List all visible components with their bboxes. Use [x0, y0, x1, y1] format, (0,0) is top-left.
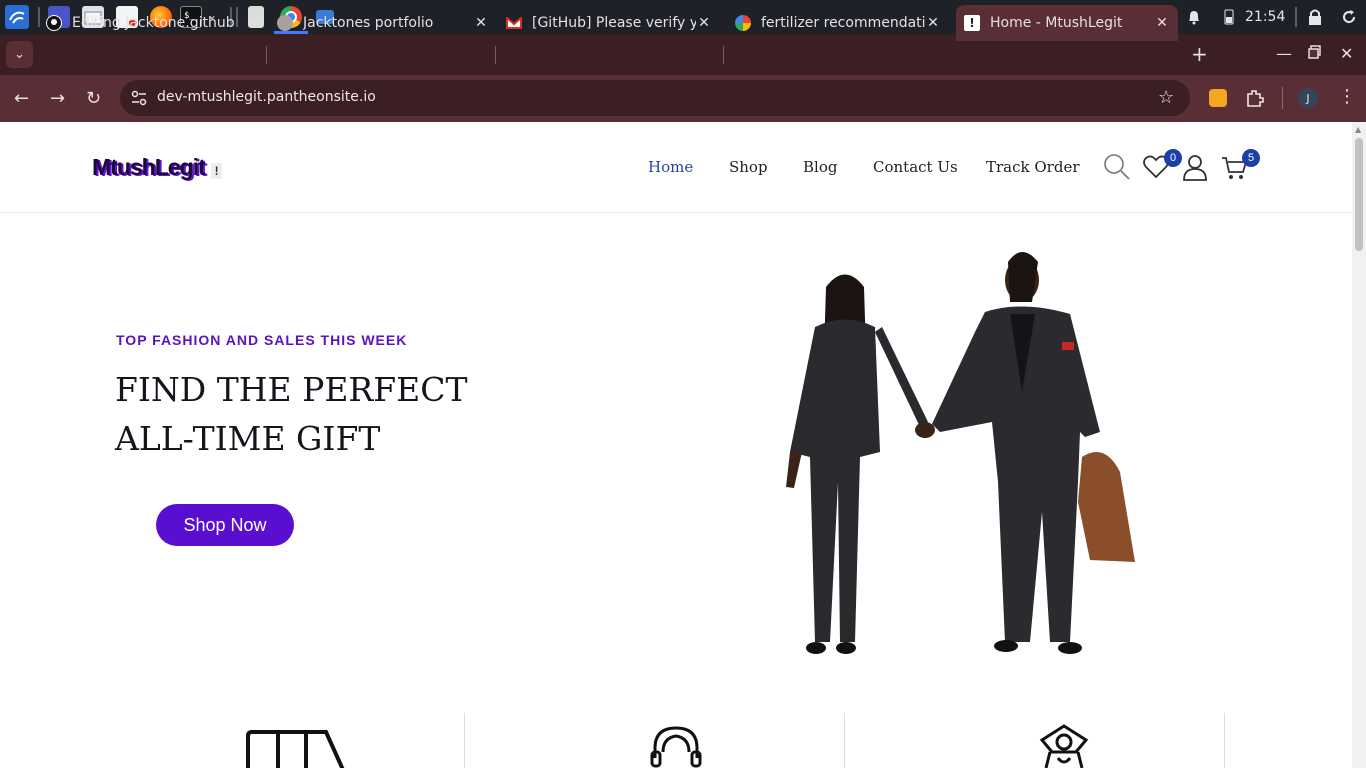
alert-icon: !: [964, 15, 980, 31]
taskbar-separator: [38, 7, 40, 27]
site-header: MtushLegit! Home Shop Blog Contact Us Tr…: [0, 122, 1352, 213]
site-logo[interactable]: MtushLegit!: [92, 154, 222, 181]
site-info-icon[interactable]: [130, 89, 148, 111]
cart-count-badge: 5: [1242, 149, 1260, 167]
hero-eyebrow: TOP FASHION AND SALES THIS WEEK: [116, 332, 408, 348]
profile-avatar[interactable]: J: [1298, 88, 1318, 108]
tab-close-icon[interactable]: ✕: [696, 15, 712, 31]
feature-divider: [464, 713, 465, 768]
nav-shop[interactable]: Shop: [729, 158, 768, 176]
tab-title: Editing Jacktone.github: [72, 15, 235, 31]
nav-blog[interactable]: Blog: [803, 158, 837, 176]
clock[interactable]: 21:54: [1245, 9, 1285, 25]
nav-home[interactable]: Home: [648, 158, 693, 176]
close-window-button[interactable]: ✕: [1340, 44, 1353, 63]
tab-close-icon[interactable]: ✕: [1154, 15, 1170, 31]
minimize-button[interactable]: —: [1276, 44, 1292, 63]
taskbar-separator: [1295, 7, 1297, 27]
page-scrollbar[interactable]: ▲: [1352, 122, 1366, 768]
scroll-up-arrow-icon[interactable]: ▲: [1355, 125, 1361, 134]
notification-bell-icon[interactable]: [1185, 8, 1203, 26]
tab-title: Jacktones portfolio: [303, 15, 434, 31]
extensions-puzzle-icon[interactable]: [1245, 88, 1265, 112]
bookmark-star-icon[interactable]: ☆: [1158, 87, 1174, 108]
scrollbar-thumb[interactable]: [1355, 138, 1363, 251]
tab-title: Home - MtushLegit: [990, 15, 1123, 31]
tab-title: [GitHub] Please verify y: [532, 15, 696, 31]
kali-menu-icon[interactable]: [5, 5, 29, 29]
money-icon: [1039, 724, 1089, 768]
reload-button[interactable]: ↻: [86, 88, 101, 109]
globe-icon: [277, 15, 293, 31]
tab-divider: [723, 46, 724, 64]
tab-search-button[interactable]: ⌄: [6, 41, 33, 68]
tab-close-icon[interactable]: ✕: [244, 15, 260, 31]
address-bar[interactable]: dev-mtushlegit.pantheonsite.io ☆: [120, 80, 1190, 116]
browser-toolbar: ← → ↻ dev-mtushlegit.pantheonsite.io ☆ J…: [0, 75, 1366, 122]
tab-jacktones-portfolio[interactable]: Jacktones portfolio ✕: [277, 5, 489, 41]
power-refresh-icon[interactable]: [1340, 8, 1358, 26]
delivery-truck-icon: [246, 730, 345, 768]
hero-title-line-2: ALL-TIME GIFT: [115, 419, 381, 458]
battery-icon[interactable]: [1220, 8, 1238, 26]
feature-divider: [844, 713, 845, 768]
web-page: MtushLegit! Home Shop Blog Contact Us Tr…: [0, 122, 1352, 768]
user-account-icon[interactable]: [1181, 153, 1209, 181]
gmail-icon: [506, 15, 522, 31]
lock-icon[interactable]: [1306, 8, 1324, 26]
tab-divider: [266, 46, 267, 64]
tab-title: fertilizer recommendati: [761, 15, 925, 31]
tab-divider: [495, 46, 496, 64]
wishlist-count-badge: 0: [1164, 149, 1182, 167]
google-icon: [735, 15, 751, 31]
forward-button[interactable]: →: [50, 88, 65, 109]
tab-home-mtushlegit[interactable]: ! Home - MtushLegit ✕: [956, 5, 1178, 41]
github-icon: [46, 15, 62, 31]
feature-divider: [1224, 713, 1225, 768]
url-text[interactable]: dev-mtushlegit.pantheonsite.io: [157, 89, 376, 105]
toolbar-divider: [1282, 87, 1283, 109]
tab-close-icon[interactable]: ✕: [473, 15, 489, 31]
search-icon[interactable]: [1103, 153, 1131, 181]
back-button[interactable]: ←: [14, 88, 29, 109]
hero-title-line-1: FIND THE PERFECT: [115, 370, 468, 409]
support-headset-icon: [650, 726, 702, 768]
tab-editing-jacktone[interactable]: Editing Jacktone.github ✕: [46, 5, 260, 41]
nav-contact-us[interactable]: Contact Us: [873, 158, 958, 176]
hero-couple-image: [786, 252, 1135, 654]
maximize-button[interactable]: [1308, 44, 1322, 63]
tab-close-icon[interactable]: ✕: [925, 15, 941, 31]
nav-track-order[interactable]: Track Order: [986, 158, 1080, 176]
tab-fertilizer[interactable]: fertilizer recommendati ✕: [735, 5, 941, 41]
new-tab-button[interactable]: +: [1191, 44, 1208, 64]
broken-image-icon: !: [210, 163, 222, 179]
hero-title: FIND THE PERFECT ALL-TIME GIFT: [115, 365, 535, 463]
extension-icon[interactable]: [1209, 89, 1227, 107]
browser-menu-icon[interactable]: ⋮: [1338, 86, 1356, 107]
shop-now-button[interactable]: Shop Now: [156, 504, 294, 546]
tab-github-verify[interactable]: [GitHub] Please verify y ✕: [506, 5, 712, 41]
